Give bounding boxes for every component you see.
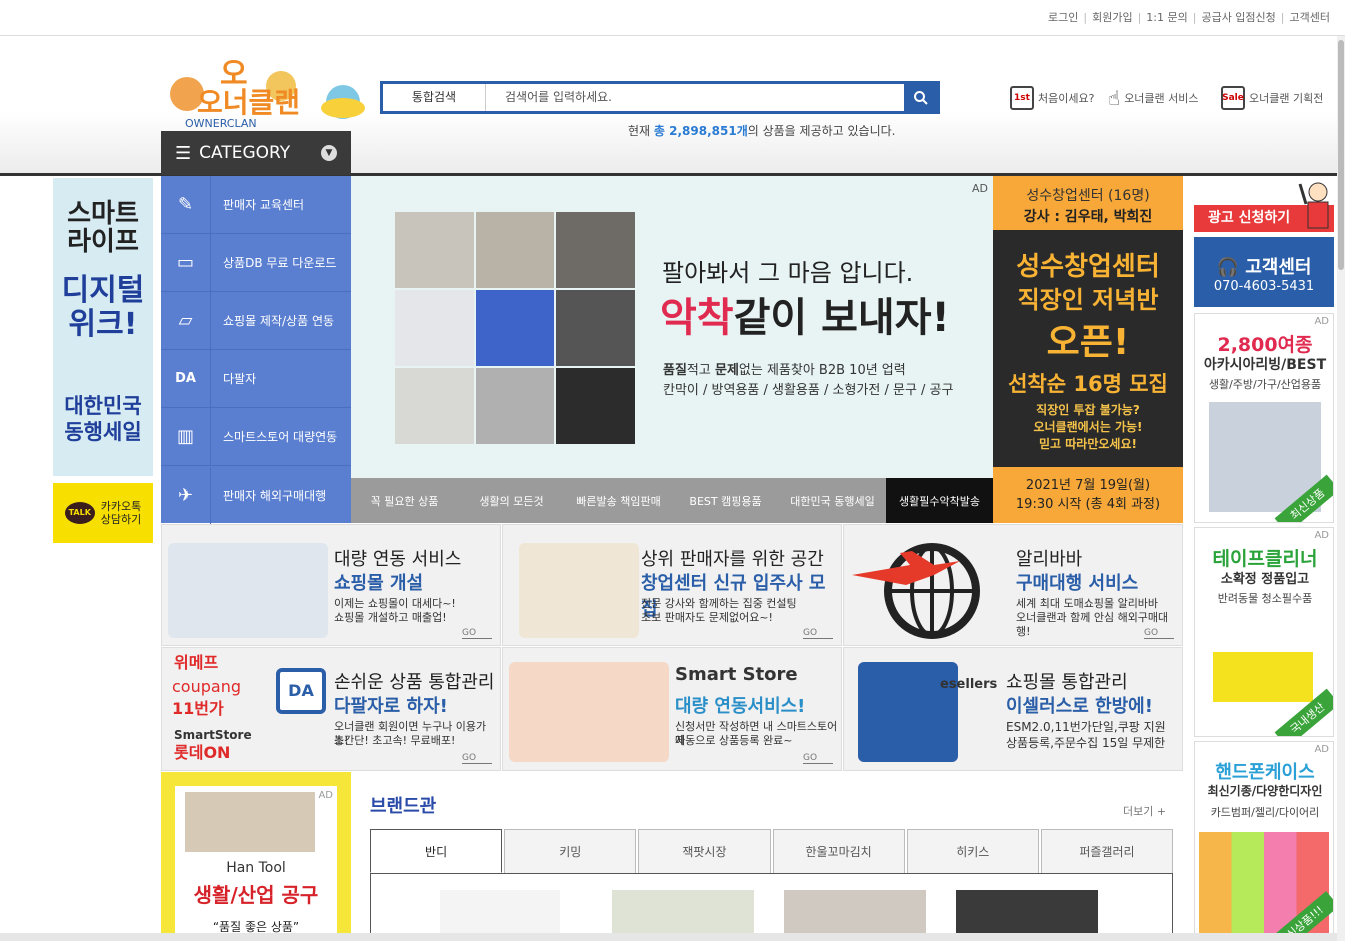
go-button[interactable]: GO (1144, 628, 1174, 639)
pen-icon: ✎ (161, 176, 211, 233)
go-button[interactable]: GO (462, 628, 492, 639)
supplier-apply-link[interactable]: 공급사 입점신청 (1201, 11, 1275, 24)
go-button[interactable]: GO (462, 753, 492, 764)
product-count: 현재 총 2,898,851개의 상품을 제공하고 있습니다. (628, 124, 896, 138)
tools-image (185, 792, 315, 852)
wemakeprice-logo: 위메프 (174, 653, 219, 672)
banner-tab-active[interactable]: 생활필수악착발송 (886, 478, 993, 523)
bar-chart-icon: ▥ (161, 408, 211, 465)
svg-text:OWNERCLAN: OWNERCLAN (185, 117, 257, 130)
brand-tab[interactable]: 퍼즐갤러리 (1040, 829, 1174, 873)
gift-sale-icon: Sale (1221, 86, 1245, 110)
coupang-logo: coupang (172, 677, 241, 696)
service-link[interactable]: ☝ 오너클랜 서비스 (1108, 86, 1199, 110)
chevron-down-icon: ▼ (321, 145, 337, 161)
banner-tab[interactable]: 빠른발송 책임판매 (565, 478, 672, 523)
service-box-esellers[interactable]: esellers 쇼핑몰 통합관리 이셀러스로 한방에! ESM2.0,11번가… (843, 647, 1183, 771)
right-ad-card[interactable]: AD 핸드폰케이스 최신기종/다양한디자인 카드범퍼/젤리/다이어리 신상품!!… (1194, 741, 1334, 941)
search-icon (913, 90, 928, 105)
service-box-smartstore[interactable]: Smart Store 대량 연동서비스! 신청서만 작성하면 내 스마트스토어… (502, 647, 842, 771)
banner-tab[interactable]: 대한민국 동행세일 (779, 478, 886, 523)
banner-line4: 칸막이 / 방역용품 / 생활용품 / 소형가전 / 문구 / 공구 (663, 383, 954, 398)
banner-tab[interactable]: BEST 캠핑용품 (672, 478, 779, 523)
horizontal-scrollbar[interactable] (0, 933, 1337, 941)
go-button[interactable]: GO (803, 753, 833, 764)
category-item-mall-build[interactable]: ▱ 쇼핑몰 제작/상품 연동 (161, 292, 351, 350)
customer-center-box[interactable]: 🎧 고객센터 070-4603-5431 (1194, 237, 1334, 307)
service-box-mall-open[interactable]: 대량 연동 서비스 쇼핑몰 개설 이제는 쇼핑몰이 대세다~! 쇼핑몰 개설하고… (161, 524, 501, 646)
11st-logo: 11번가 (172, 699, 224, 718)
smartstore-logo: Smart Store (675, 664, 798, 685)
service-box-alibaba[interactable]: 알리바바 구매대행 서비스 세계 최대 도매쇼핑몰 알리바바 오너클랜과 함께 … (843, 524, 1183, 646)
hand-pointer-icon: ☝ (1108, 86, 1121, 110)
globe-airplane-icon (852, 543, 980, 639)
go-button[interactable]: GO (803, 628, 833, 639)
list-icon: ☰ (175, 142, 192, 164)
trophy-icon (519, 543, 639, 638)
search-scope-select[interactable]: 통합검색 (383, 84, 486, 111)
category-list: ✎ 판매자 교육센터 ▭ 상품DB 무료 다운로드 ▱ 쇼핑몰 제작/상품 연동 DA… (161, 176, 351, 524)
esellers-logo: esellers (940, 677, 998, 692)
first-visit-link[interactable]: 1st 처음이세요? (1010, 86, 1094, 110)
hantool-banner[interactable]: AD Han Tool 생활/산업 공구 “품질 좋은 상품” (161, 772, 351, 941)
banner-product-grid (395, 212, 635, 444)
brand-tab[interactable]: 키밍 (504, 829, 637, 873)
right-ad-card[interactable]: AD 테이프클리너 소확정 정품입고 반려동물 청소필수품 국내생산 (1194, 527, 1334, 737)
inquiry-link[interactable]: 1:1 문의 (1146, 11, 1187, 24)
vertical-scrollbar[interactable] (1337, 36, 1345, 941)
brand-tab[interactable]: 히키스 (906, 829, 1039, 873)
talk-bubble-icon: TALK (64, 502, 95, 524)
category-menu-button[interactable]: ☰ CATEGORY ▼ (161, 131, 351, 175)
1st-icon: 1st (1010, 86, 1034, 110)
monitor-icon: ▱ (161, 292, 211, 349)
service-box-startup-center[interactable]: 상위 판매자를 위한 공간 창업센터 신규 입주사 모집 전문 강사와 함께하는… (502, 524, 842, 646)
customer-center-link[interactable]: 고객센터 (1290, 11, 1330, 24)
seongsu-banner[interactable]: 성수창업센터 (16명) 강사 : 김우태, 박희진 성수창업센터 직장인 저녁… (993, 176, 1183, 523)
kakao-talk-button[interactable]: TALK 카카오톡 상담하기 (53, 483, 153, 543)
search-button[interactable] (904, 84, 937, 111)
search-input[interactable]: 검색어를 입력하세요. (505, 84, 612, 111)
lotteon-logo: 롯데ON (174, 743, 231, 762)
laptop-icon: ▭ (161, 234, 211, 291)
exhibition-link[interactable]: Sale 오너클랜 기획전 (1221, 86, 1323, 110)
headset-icon: 🎧 (1216, 257, 1239, 278)
brand-tabs: 반디 키밍 잭팟시장 한울꼬마김치 히키스 퍼즐갤러리 (370, 829, 1174, 874)
brand-tab-active[interactable]: 반디 (370, 829, 503, 873)
category-item-overseas[interactable]: ✈ 판매자 해외구매대행 (161, 466, 351, 524)
signup-link[interactable]: 회원가입 (1092, 11, 1132, 24)
category-item-education[interactable]: ✎ 판매자 교육센터 (161, 176, 351, 234)
da-logo-icon: DA (161, 350, 211, 407)
megaphone-person-icon (1298, 178, 1334, 232)
banner-tabs: 꼭 필요한 상품 생활의 모든것 빠른발송 책임판매 BEST 캠핑용품 대한민… (351, 478, 993, 523)
brand-tab[interactable]: 잭팟시장 (638, 829, 771, 873)
category-item-smartstore[interactable]: ▥ 스마트스토어 대량연동 (161, 408, 351, 466)
ad-label: AD (972, 182, 988, 195)
service-box-dapalja[interactable]: 위메프 coupang 11번가 SmartStore 롯데ON DA 손쉬운 … (161, 647, 501, 771)
logo-text: 오너클랜 (197, 86, 300, 119)
banner-line3: 품질적고 문제없는 제품찾아 B2B 10년 업력 (663, 363, 906, 378)
category-item-db-download[interactable]: ▭ 상품DB 무료 다운로드 (161, 234, 351, 292)
right-ad-card[interactable]: AD 2,800여종 아카시아리빙/BEST 생활/주방/가구/산업용품 최신상… (1194, 313, 1334, 523)
brand-section-title: 브랜드관 (370, 796, 437, 817)
store-building-icon (509, 662, 669, 762)
top-links: 로그인 | 회원가입 | 1:1 문의 | 공급사 입점신청 | 고객센터 (1047, 11, 1330, 24)
search-bar: 통합검색 검색어를 입력하세요. (380, 81, 940, 114)
growth-chart-icon (168, 543, 328, 638)
category-item-dapalja[interactable]: DA 다팔자 (161, 350, 351, 408)
banner-tab[interactable]: 생활의 모든것 (458, 478, 565, 523)
login-link[interactable]: 로그인 (1048, 11, 1078, 24)
brand-more-link[interactable]: 더보기 + (1123, 803, 1166, 819)
da-logo-icon: DA (276, 668, 326, 714)
brand-tab[interactable]: 한울꼬마김치 (772, 829, 905, 873)
left-side-banner[interactable]: 스마트 라이프 디지털 위크! 대한민국 동행세일 (53, 178, 153, 476)
smartstore-logo: SmartStore (174, 728, 252, 742)
banner-line2: 악착같이 보내자! (660, 295, 950, 341)
banner-tab[interactable]: 꼭 필요한 상품 (351, 478, 458, 523)
banner-line1: 팔아봐서 그 마음 압니다. (662, 259, 914, 287)
airplane-icon: ✈ (161, 466, 211, 524)
site-logo[interactable]: 오 오너클랜 OWNERCLAN (165, 46, 370, 130)
